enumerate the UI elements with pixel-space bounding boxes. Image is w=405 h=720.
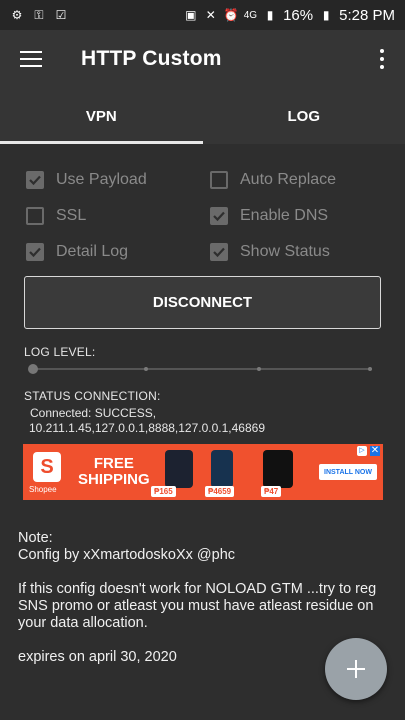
config-note: Note: Config by xXmartodoskoXx @phc If t… <box>18 530 388 666</box>
clock: 5:28 PM <box>339 6 395 24</box>
tab-log[interactable]: LOG <box>203 88 405 144</box>
tab-bar: VPN LOG <box>0 88 405 144</box>
ad-price: ₱47 <box>261 486 282 497</box>
settings-icon: ⚙ <box>11 8 23 22</box>
clipboard-check-icon: ☑ <box>55 8 67 22</box>
ad-headline: FREE SHIPPING <box>78 456 150 488</box>
auto-replace-checkbox[interactable] <box>210 171 228 189</box>
slider-thumb[interactable] <box>28 364 38 374</box>
status-bar: ⚙ ⚿ ☑ ▣ ✕ ⏰ 4G ▮ 16% ▮ 5:28 PM <box>0 0 405 30</box>
slider-tick <box>368 367 372 371</box>
alarm-icon: ⏰ <box>223 8 239 22</box>
use-payload-option[interactable]: Use Payload <box>26 171 147 189</box>
ad-banner[interactable]: S Shopee FREE SHIPPING ₱165 ₱4659 ₱47 IN… <box>23 444 383 500</box>
ssl-label: SSL <box>56 207 87 224</box>
network-type: 4G <box>243 9 258 21</box>
ad-headline-line1: FREE <box>93 455 134 472</box>
show-status-option[interactable]: Show Status <box>210 243 330 261</box>
app-title: HTTP Custom <box>81 47 222 70</box>
detail-log-option[interactable]: Detail Log <box>26 243 128 261</box>
slider-tick <box>257 367 261 371</box>
enable-dns-checkbox[interactable] <box>210 207 228 225</box>
app-bar: HTTP Custom <box>0 30 405 88</box>
tab-vpn[interactable]: VPN <box>0 88 203 144</box>
slider-tick <box>144 367 148 371</box>
product-phone-image <box>211 450 233 488</box>
battery-level: 16% <box>283 6 314 24</box>
overflow-menu-icon[interactable] <box>379 49 385 69</box>
status-connection-label: STATUS CONNECTION: <box>24 389 161 403</box>
ad-brand: Shopee <box>29 485 57 494</box>
note-title: Note: <box>18 530 53 546</box>
enable-dns-option[interactable]: Enable DNS <box>210 207 328 225</box>
mute-icon: ✕ <box>205 8 216 22</box>
connection-status: Connected: SUCCESS, 10.211.1.45,127.0.0.… <box>29 406 265 436</box>
ad-price: ₱165 <box>151 486 176 497</box>
disconnect-button[interactable]: DISCONNECT <box>24 276 381 329</box>
ad-headline-line2: SHIPPING <box>78 471 150 488</box>
auto-replace-option[interactable]: Auto Replace <box>210 171 336 189</box>
key-icon: ⚿ <box>34 8 44 22</box>
battery-icon: ▮ <box>322 8 330 22</box>
adchoices-icon[interactable]: ▷ <box>357 446 367 456</box>
product-watch-image <box>165 450 193 488</box>
notification-icon: ▣ <box>185 8 197 22</box>
show-status-checkbox[interactable] <box>210 243 228 261</box>
log-level-label: LOG LEVEL: <box>24 345 96 359</box>
ad-price: ₱4659 <box>205 486 235 497</box>
note-config: Config by xXmartodoskoXx @phc <box>18 547 236 563</box>
menu-icon[interactable] <box>20 51 42 67</box>
ssl-checkbox[interactable] <box>26 207 44 225</box>
auto-replace-label: Auto Replace <box>240 171 337 188</box>
detail-log-checkbox[interactable] <box>26 243 44 261</box>
add-config-button[interactable] <box>325 638 387 700</box>
note-body: If this config doesn't work for NOLOAD G… <box>18 581 377 631</box>
detail-log-label: Detail Log <box>56 243 129 260</box>
product-bag-image <box>263 450 293 488</box>
slider-track <box>32 368 372 370</box>
ssl-option[interactable]: SSL <box>26 207 86 225</box>
ad-close-icon[interactable]: ✕ <box>370 446 380 456</box>
show-status-label: Show Status <box>240 243 330 260</box>
connection-address-line: 10.211.1.45,127.0.0.1,8888,127.0.0.1,468… <box>29 421 265 435</box>
use-payload-label: Use Payload <box>56 171 147 188</box>
ad-install-button[interactable]: INSTALL NOW <box>319 464 377 480</box>
signal-icon: ▮ <box>266 8 274 22</box>
connection-status-line: Connected: SUCCESS, <box>30 406 157 420</box>
shopee-logo: S <box>33 452 61 482</box>
log-level-slider[interactable] <box>28 363 372 375</box>
enable-dns-label: Enable DNS <box>240 207 329 224</box>
use-payload-checkbox[interactable] <box>26 171 44 189</box>
plus-icon-vertical <box>355 660 357 678</box>
